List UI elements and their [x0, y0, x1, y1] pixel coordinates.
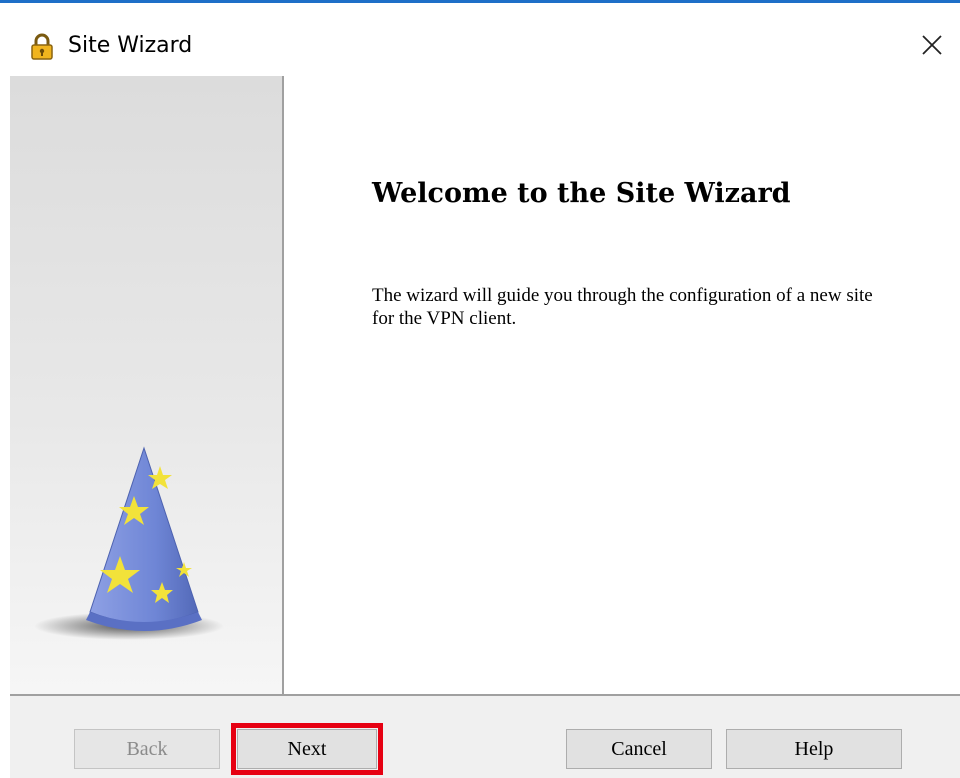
back-button[interactable]: Back	[74, 729, 220, 769]
next-button-highlight	[231, 723, 383, 775]
lock-icon	[28, 33, 56, 61]
cancel-button[interactable]: Cancel	[566, 729, 712, 769]
title-bar[interactable]: Site Wizard	[0, 3, 960, 76]
help-button[interactable]: Help	[726, 729, 902, 769]
wizard-heading: Welcome to the Site Wizard	[372, 178, 791, 209]
window-title: Site Wizard	[68, 33, 193, 58]
close-button[interactable]	[904, 17, 960, 73]
close-icon	[922, 35, 942, 55]
panel-divider	[282, 76, 284, 694]
wizard-description: The wizard will guide you through the co…	[372, 285, 873, 329]
wizard-hat-icon	[34, 444, 224, 652]
